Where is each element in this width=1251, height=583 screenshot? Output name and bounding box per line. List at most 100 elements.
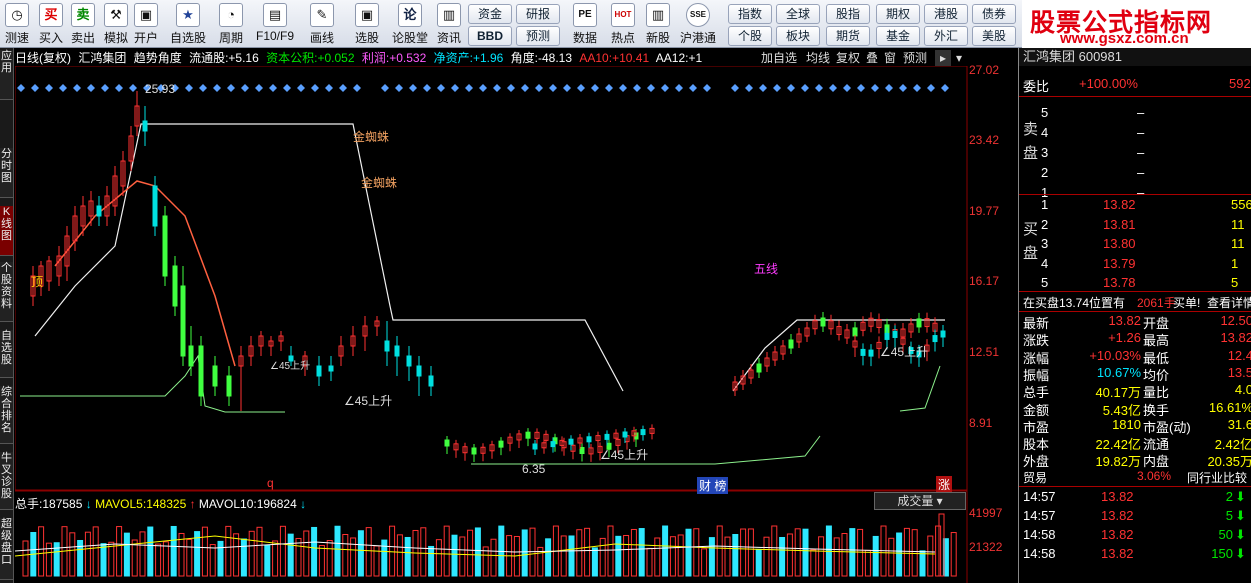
volume-bar [646, 547, 653, 577]
tab-watchlist[interactable]: 自选股 [0, 330, 13, 378]
buy-button[interactable]: 买买入 [34, 2, 68, 46]
candle-body [180, 285, 186, 357]
collapse-icon[interactable]: ▸ [935, 50, 951, 66]
volume-bar [100, 543, 107, 577]
futures-button[interactable]: 期货 [826, 26, 870, 46]
stocks-button[interactable]: 个股 [728, 26, 772, 46]
stat-row: 金额 5.43亿 换手 16.61% [1023, 399, 1251, 418]
signal-diamond [745, 84, 753, 92]
forecast-tool-button[interactable]: 预测 [903, 50, 927, 66]
hot-icon: HOT [611, 3, 635, 27]
signal-diamond [815, 84, 823, 92]
limit-up-badge: 涨 [936, 476, 953, 493]
tab-ranking[interactable]: 综合排名 [0, 386, 13, 444]
signal-diamond [311, 84, 319, 92]
sectors-button[interactable]: 板块 [776, 26, 820, 46]
global-button[interactable]: 全球 [776, 4, 820, 24]
volume-bar [186, 538, 193, 577]
volume-bar [623, 534, 630, 577]
signal-diamond [521, 84, 529, 92]
funds-list-button[interactable]: 基金 [876, 26, 920, 46]
signal-diamond [689, 84, 697, 92]
overlay-button[interactable]: 叠 [866, 50, 878, 66]
candle-body [188, 345, 194, 367]
simulate-button[interactable]: ⚒ 模拟 [99, 2, 133, 46]
signal-diamond [479, 84, 487, 92]
signal-diamond [395, 84, 403, 92]
signal-diamond [283, 84, 291, 92]
index-button[interactable]: 指数 [728, 4, 772, 24]
indicator-name[interactable]: 趋势角度 [134, 51, 182, 65]
signal-diamond [885, 84, 893, 92]
signal-diamond [213, 84, 221, 92]
stock-index-futures-button[interactable]: 股指 [826, 4, 870, 24]
open-account-button[interactable]: ▣ 开户 [129, 2, 163, 46]
chevron-down-icon[interactable]: ▾ [952, 50, 966, 66]
industry-row: 贸易 3.06% 同行业比较 [1023, 469, 1248, 486]
tab-kline[interactable]: K线图 [0, 206, 13, 256]
add-favorite-button[interactable]: 加自选 [761, 50, 797, 66]
forum-button[interactable]: 论论股堂 [390, 2, 430, 46]
tick-row: 14:57 13.82 2 ⬇ [1023, 489, 1246, 504]
period-button[interactable]: ◔ 周期 [212, 2, 250, 46]
tab-diagnosis[interactable]: 牛叉诊股 [0, 452, 13, 510]
tab-profile[interactable]: 个股资料 [0, 262, 13, 322]
tab-apps[interactable]: 应用 [0, 50, 13, 100]
us-stocks-button[interactable]: 美股 [972, 26, 1016, 46]
favorites-button[interactable]: ★ 自选股 [168, 2, 208, 46]
candle-body [152, 185, 158, 227]
sell-button[interactable]: 卖卖出 [66, 2, 100, 46]
draw-line-button[interactable]: ✎ 画线 [302, 2, 342, 46]
research-button[interactable]: 研报 [516, 4, 560, 24]
signal-diamond [563, 84, 571, 92]
volume-bar [217, 540, 224, 577]
tab-order-book[interactable]: 超级盘口 [0, 518, 13, 580]
speed-button[interactable]: ◷ 测速 [0, 2, 34, 46]
hk-connect-button[interactable]: SSE 沪港通 [676, 2, 720, 46]
candle-body [868, 349, 874, 357]
volume-bar [810, 549, 817, 577]
industry-compare-link[interactable]: 同行业比较 [1187, 469, 1247, 486]
new-stock-button[interactable]: ▥ 新股 [641, 2, 675, 46]
hot-button[interactable]: HOT 热点 [606, 2, 640, 46]
candle-body [568, 438, 574, 445]
options-button[interactable]: 期权 [876, 4, 920, 24]
signal-diamond [493, 84, 501, 92]
tick-row: 14:57 13.82 5 ⬇ [1023, 508, 1246, 523]
f10-button[interactable]: ▤ F10/F9 [255, 2, 295, 46]
screen-icon: ▣ [355, 3, 379, 27]
candle-body [756, 363, 762, 373]
data-button[interactable]: PE 数据 [568, 2, 602, 46]
volume-bar [615, 535, 622, 577]
ma-button[interactable]: 均线 [806, 50, 830, 66]
volume-bar [225, 525, 232, 577]
volume-bar [747, 528, 754, 577]
funds-button[interactable]: 资金 [468, 4, 512, 24]
stat-row: 总手 40.17万 量比 4.0 [1023, 382, 1251, 401]
volume-bar [326, 540, 333, 577]
stock-screen-button[interactable]: ▣ 选股 [347, 2, 387, 46]
adjust-button[interactable]: 复权 [836, 50, 860, 66]
tab-intraday[interactable]: 分时图 [0, 148, 13, 198]
volume-bar [919, 550, 926, 577]
volume-bar [638, 528, 645, 577]
period-label[interactable]: 日线(复权) [15, 51, 71, 65]
forecast-button[interactable]: 预测 [516, 26, 560, 46]
bonds-button[interactable]: 债券 [972, 4, 1016, 24]
wuxian-label: 五线 [754, 262, 779, 276]
window-button[interactable]: 窗 [884, 50, 896, 66]
news-button[interactable]: ▥ 资讯 [432, 2, 466, 46]
candle-body [198, 345, 204, 397]
signal-diamond [927, 84, 935, 92]
volume-indicator-select[interactable]: 成交量 ▾ [874, 492, 966, 510]
bbd-button[interactable]: BBD [468, 26, 512, 46]
stat-row: 市盈 1810 市盈(动) 31.6 [1023, 416, 1251, 435]
sse-icon: SSE [686, 3, 710, 27]
candle-body [604, 433, 610, 440]
candle-body [96, 205, 102, 217]
caibang-badge[interactable]: 财 榜 [697, 477, 729, 494]
signal-diamond [913, 84, 921, 92]
hk-stocks-button[interactable]: 港股 [924, 4, 968, 24]
candle-body [622, 431, 628, 438]
forex-button[interactable]: 外汇 [924, 26, 968, 46]
